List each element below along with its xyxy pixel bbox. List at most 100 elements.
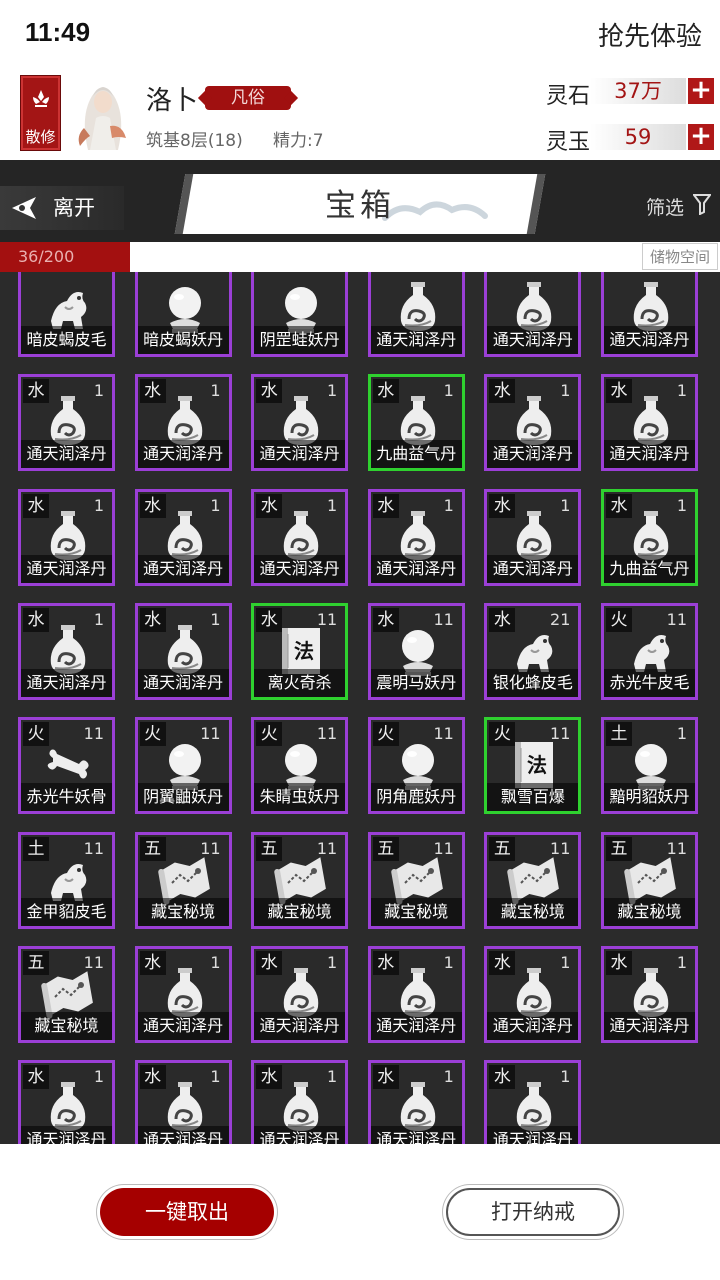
lotus-icon [33, 90, 49, 107]
item-slot[interactable]: 水 1 通天润泽丹 [18, 488, 115, 586]
item-name: 银化蜂皮毛 [487, 668, 579, 697]
item-slot[interactable]: 水 1 通天润泽丹 [134, 1060, 232, 1144]
item-name: 通天润泽丹 [487, 554, 579, 583]
cultivation-stage: 筑基8层(18) [146, 131, 243, 151]
item-count: 1 [210, 1067, 221, 1087]
open-ring-button[interactable]: 打开纳戒 [446, 1188, 620, 1236]
item-slot[interactable]: 水 1 通天润泽丹 [18, 1060, 115, 1144]
item-slot[interactable]: 水 1 通天润泽丹 [251, 488, 349, 586]
item-name: 藏宝秘境 [254, 897, 346, 926]
sect-badge[interactable]: 散修 [21, 76, 60, 150]
item-name: 离火奇杀 [254, 668, 346, 697]
element-tag: 水 [372, 379, 399, 404]
item-slot[interactable]: 暗皮蝎皮毛 [18, 272, 115, 357]
item-slot[interactable]: 五 11 藏宝秘境 [18, 945, 115, 1043]
early-access-button[interactable]: 抢先体验 [598, 16, 702, 53]
item-slot[interactable]: 水 1 通天润泽丹 [601, 374, 698, 472]
item-slot[interactable]: 水 11 震明马妖丹 [367, 602, 465, 700]
spirit-jade-value: 59 [590, 124, 686, 150]
element-tag: 水 [489, 493, 516, 518]
item-slot[interactable]: 水 1 通天润泽丹 [484, 374, 582, 472]
item-slot[interactable]: 水 1 通天润泽丹 [367, 1060, 465, 1144]
svg-text:法: 法 [527, 753, 547, 777]
element-tag: 水 [256, 1065, 283, 1090]
item-slot[interactable]: 五 11 藏宝秘境 [367, 831, 465, 929]
item-count: 11 [433, 838, 454, 858]
item-count: 11 [433, 724, 454, 744]
avatar[interactable] [66, 76, 140, 150]
item-slot[interactable]: 五 11 藏宝秘境 [484, 831, 582, 929]
item-count: 1 [93, 609, 104, 629]
item-slot[interactable]: 水 1 通天润泽丹 [484, 488, 582, 586]
item-slot[interactable]: 水 1 通天润泽丹 [251, 1060, 349, 1144]
item-slot[interactable]: 火 11 阴角鹿妖丹 [367, 717, 465, 815]
element-tag: 水 [372, 607, 399, 632]
item-name: 阴角鹿妖丹 [370, 783, 462, 812]
spirit-stone-value: 37万 [590, 78, 686, 104]
item-slot[interactable]: 通天润泽丹 [601, 272, 698, 357]
item-slot[interactable]: 火 11 赤光牛皮毛 [601, 602, 698, 700]
item-count: 1 [676, 724, 687, 744]
item-count: 11 [316, 609, 338, 629]
item-slot[interactable]: 土 1 黯明貂妖丹 [601, 717, 698, 815]
item-count: 11 [666, 609, 687, 629]
item-slot[interactable]: 水 1 通天润泽丹 [134, 374, 232, 472]
item-slot[interactable]: 水 1 通天润泽丹 [484, 1060, 582, 1144]
item-slot[interactable]: 水 1 九曲益气丹 [367, 374, 465, 472]
item-name: 飘雪百爆 [487, 783, 579, 812]
capacity-text: 36/200 [18, 247, 75, 266]
item-slot[interactable]: 水 1 通天润泽丹 [367, 488, 465, 586]
item-slot[interactable]: 火 11 朱睛虫妖丹 [251, 717, 349, 815]
item-slot[interactable]: 水 21 银化蜂皮毛 [484, 602, 582, 700]
item-name: 金甲貂皮毛 [21, 897, 112, 926]
item-slot[interactable]: 水 1 通天润泽丹 [367, 945, 465, 1043]
item-slot[interactable]: 五 11 藏宝秘境 [251, 831, 349, 929]
item-slot[interactable]: 火 11 赤光牛妖骨 [18, 717, 115, 815]
item-slot[interactable]: 水 1 通天润泽丹 [134, 945, 232, 1043]
item-slot[interactable]: 通天润泽丹 [367, 272, 465, 357]
item-slot[interactable]: 水 1 通天润泽丹 [251, 945, 349, 1043]
item-slot[interactable]: 五 11 藏宝秘境 [134, 831, 232, 929]
take-all-button[interactable]: 一键取出 [100, 1188, 274, 1236]
element-tag: 水 [489, 379, 516, 404]
element-tag: 水 [372, 1065, 399, 1090]
item-slot[interactable]: 水 1 通天润泽丹 [134, 602, 232, 700]
item-name: 通天润泽丹 [137, 1011, 229, 1040]
element-tag: 五 [23, 950, 49, 975]
item-slot[interactable]: 水 1 通天润泽丹 [18, 602, 115, 700]
item-name: 通天润泽丹 [21, 440, 112, 469]
item-slot[interactable]: 暗皮蝎妖丹 [134, 272, 232, 357]
item-slot[interactable]: 水 1 通天润泽丹 [251, 374, 349, 472]
item-slot[interactable]: 通天润泽丹 [484, 272, 582, 357]
item-count: 1 [327, 1067, 338, 1087]
filter-button[interactable]: 筛选 [646, 193, 684, 220]
item-slot[interactable]: 水 1 九曲益气丹 [601, 488, 698, 586]
element-tag: 水 [139, 1065, 166, 1090]
storage-space-label[interactable]: 储物空间 [641, 243, 718, 270]
item-name: 通天润泽丹 [370, 554, 462, 583]
item-slot[interactable]: 阴罡蛙妖丹 [251, 272, 349, 357]
item-slot[interactable]: 水 1 通天润泽丹 [484, 945, 582, 1043]
item-slot[interactable]: 法火 11 飘雪百爆 [484, 717, 582, 815]
item-slot[interactable]: 土 11 金甲貂皮毛 [18, 831, 115, 929]
item-grid-viewport[interactable]: 暗皮蝎皮毛 暗皮蝎妖丹 阴罡蛙妖丹 通天润泽丹 通天润泽丹 通天润泽丹水 1 通天润泽丹水 1 通… [0, 272, 720, 1144]
element-tag: 水 [139, 950, 166, 975]
add-spirit-jade-button[interactable]: + [688, 123, 714, 150]
item-count: 1 [560, 381, 571, 401]
item-count: 11 [433, 609, 454, 629]
item-slot[interactable]: 法水 11 离火奇杀 [251, 602, 349, 700]
leave-button[interactable]: 离开 [0, 186, 124, 230]
item-slot[interactable]: 水 1 通天润泽丹 [601, 945, 698, 1043]
item-name: 通天润泽丹 [21, 1126, 112, 1144]
spirit-stone-label: 灵石 [546, 84, 591, 109]
item-name: 通天润泽丹 [137, 668, 229, 697]
item-count: 1 [443, 952, 454, 972]
item-slot[interactable]: 水 1 通天润泽丹 [134, 488, 232, 586]
item-slot[interactable]: 火 11 阴翼鼬妖丹 [134, 717, 232, 815]
item-name: 赤光牛皮毛 [604, 668, 695, 697]
item-name: 藏宝秘境 [604, 897, 695, 926]
filter-icon[interactable] [693, 193, 711, 215]
add-spirit-stone-button[interactable]: + [688, 77, 714, 104]
item-slot[interactable]: 五 11 藏宝秘境 [601, 831, 698, 929]
item-slot[interactable]: 水 1 通天润泽丹 [18, 374, 115, 472]
